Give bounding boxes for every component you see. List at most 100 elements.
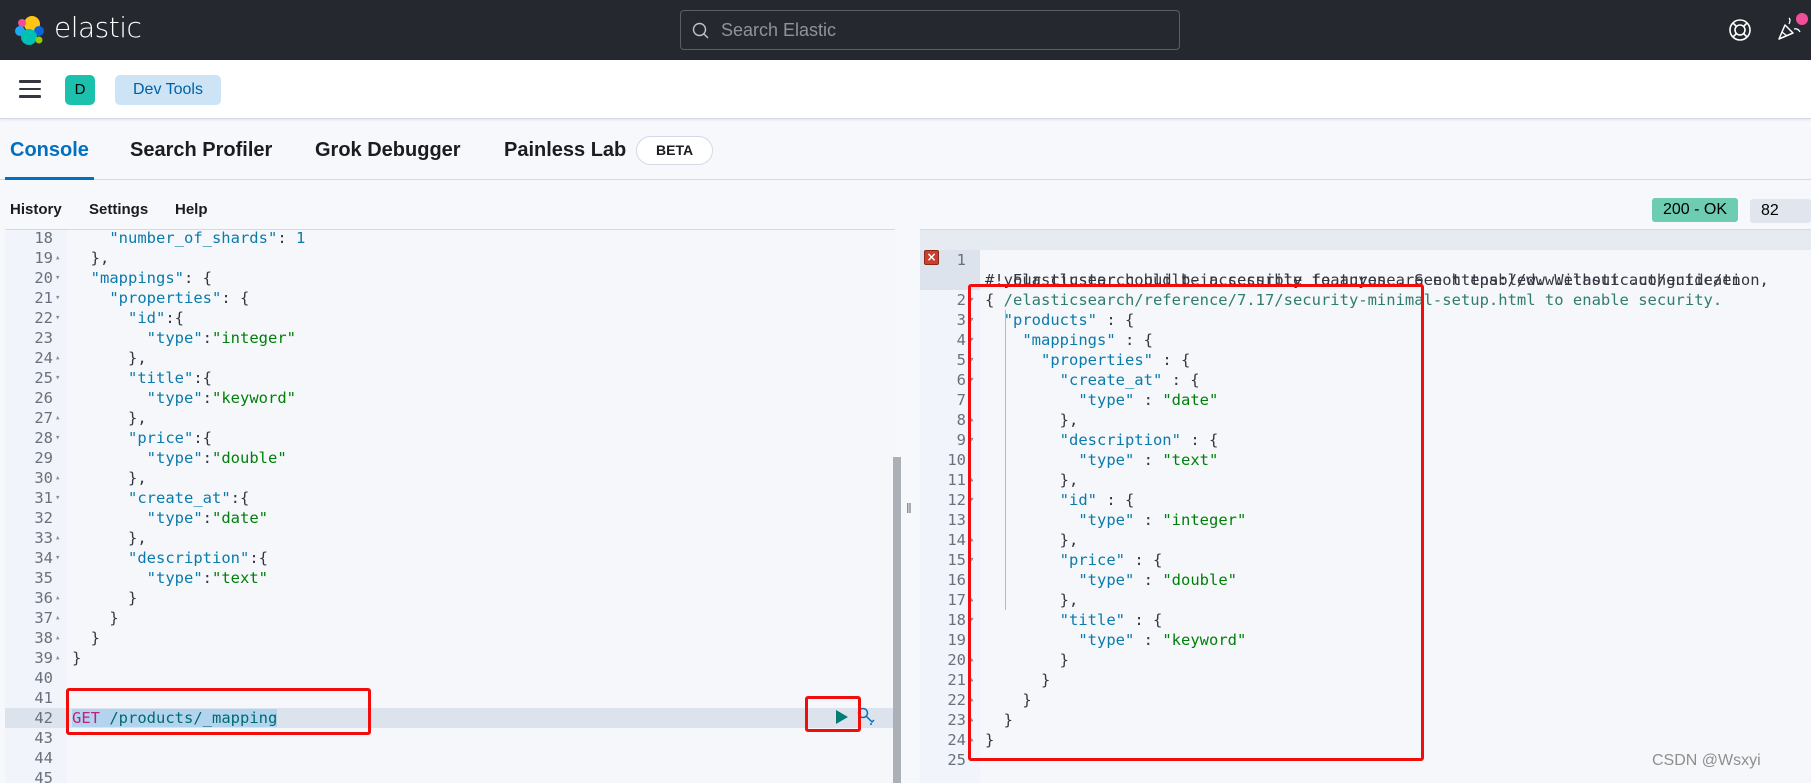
line-number: 17: [947, 591, 966, 609]
line-number: 40: [34, 669, 53, 687]
history-button[interactable]: History: [10, 201, 62, 218]
help-button[interactable]: Help: [175, 201, 208, 218]
tab-painless-lab[interactable]: Painless Lab: [504, 120, 626, 180]
breadcrumb-dev-tools[interactable]: Dev Tools: [115, 75, 221, 105]
line-number: 8: [956, 411, 966, 429]
fold-toggle-icon[interactable]: ▾: [55, 488, 65, 508]
line-number: 15: [947, 551, 966, 569]
code-text: }: [72, 609, 119, 627]
code-line[interactable]: 30 ▴ },: [5, 468, 895, 488]
code-line[interactable]: 34 ▾ "description":{: [5, 548, 895, 568]
help-icon[interactable]: [1728, 18, 1752, 42]
fold-toggle-icon[interactable]: ▾: [55, 548, 65, 568]
code-text: },: [72, 529, 147, 547]
code-line[interactable]: 25 ▾ "title":{: [5, 368, 895, 388]
code-line[interactable]: 36 ▴ }: [5, 588, 895, 608]
annotation-request-box: [66, 688, 371, 735]
fold-toggle-icon[interactable]: ▾: [55, 308, 65, 328]
space-avatar[interactable]: D: [65, 75, 95, 105]
line-number: 6: [956, 371, 966, 389]
fold-toggle-icon[interactable]: ▾: [55, 428, 65, 448]
search-icon: [692, 22, 709, 39]
code-line[interactable]: 20 ▾ "mappings": {: [5, 268, 895, 288]
code-text: "type":"keyword": [146, 389, 296, 407]
code-line[interactable]: 31 ▾ "create_at":{: [5, 488, 895, 508]
line-number: 10: [947, 451, 966, 469]
line-number: 42: [34, 709, 53, 727]
notification-dot: [1796, 13, 1808, 25]
code-text: "price":{: [128, 429, 212, 447]
code-line[interactable]: 29 "type":"double": [5, 448, 895, 468]
line-number: 2: [956, 291, 966, 309]
code-line[interactable]: 19 ▴ },: [5, 248, 895, 268]
fold-toggle-icon[interactable]: ▾: [55, 288, 65, 308]
tab-search-profiler[interactable]: Search Profiler: [130, 120, 272, 180]
code-text: "type":"double": [146, 449, 287, 467]
code-text: "mappings": {: [90, 269, 212, 287]
code-line[interactable]: 18 "number_of_shards": 1: [5, 230, 895, 248]
code-text: "title":{: [128, 369, 212, 387]
fold-toggle-icon[interactable]: ▴: [55, 528, 65, 548]
fold-toggle-icon[interactable]: ▾: [55, 368, 65, 388]
code-line[interactable]: 35 "type":"text": [5, 568, 895, 588]
search-input[interactable]: [721, 11, 1161, 49]
tab-grok-debugger[interactable]: Grok Debugger: [315, 120, 461, 180]
code-line[interactable]: 28 ▾ "price":{: [5, 428, 895, 448]
code-line[interactable]: 21 ▾ "properties": {: [5, 288, 895, 308]
code-line[interactable]: 33 ▴ },: [5, 528, 895, 548]
line-number: 33: [34, 529, 53, 547]
code-line[interactable]: 37 ▴ }: [5, 608, 895, 628]
code-line[interactable]: 23 "type":"integer": [5, 328, 895, 348]
line-number: 28: [34, 429, 53, 447]
line-number: 19: [34, 249, 53, 267]
breadcrumb-bar: D Dev Tools: [0, 60, 1811, 119]
line-number: 26: [34, 389, 53, 407]
warning-line: 1 #! Elasticsearch built-in security fea…: [920, 230, 1811, 289]
line-number: 9: [956, 431, 966, 449]
settings-button[interactable]: Settings: [89, 201, 148, 218]
annotation-response-box: [968, 284, 1424, 761]
fold-toggle-icon[interactable]: ▴: [55, 248, 65, 268]
code-line[interactable]: 45: [5, 768, 895, 783]
line-number: 35: [34, 569, 53, 587]
line-number: 11: [947, 471, 966, 489]
code-text: "type":"date": [146, 509, 268, 527]
code-line[interactable]: 27 ▴ },: [5, 408, 895, 428]
code-line[interactable]: 38 ▴ }: [5, 628, 895, 648]
elastic-logo-icon[interactable]: [14, 14, 46, 46]
code-line[interactable]: 44: [5, 748, 895, 768]
line-number: 24: [34, 349, 53, 367]
fold-toggle-icon[interactable]: ▴: [55, 408, 65, 428]
fold-toggle-icon[interactable]: ▴: [55, 588, 65, 608]
fold-toggle-icon[interactable]: ▴: [55, 348, 65, 368]
menu-icon[interactable]: [19, 80, 41, 98]
line-number: 14: [947, 531, 966, 549]
top-header: elastic: [0, 0, 1811, 60]
code-text: "create_at":{: [128, 489, 250, 507]
fold-toggle-icon[interactable]: ▾: [55, 268, 65, 288]
code-line[interactable]: 32 "type":"date": [5, 508, 895, 528]
watermark: CSDN @Wsxyi: [1652, 752, 1761, 769]
code-line[interactable]: 24 ▴ },: [5, 348, 895, 368]
code-line[interactable]: 26 "type":"keyword": [5, 388, 895, 408]
console-toolbar: History Settings Help 200 - OK 82 ms: [0, 181, 1811, 243]
pane-resize-handle[interactable]: ‖: [906, 500, 914, 516]
global-search[interactable]: [680, 10, 1180, 50]
fold-toggle-icon[interactable]: ▴: [55, 628, 65, 648]
code-line[interactable]: 39 ▴}: [5, 648, 895, 668]
code-text: },: [72, 249, 110, 267]
fold-toggle-icon[interactable]: ▴: [55, 608, 65, 628]
line-number: 3: [956, 311, 966, 329]
line-number: 45: [34, 769, 53, 783]
tab-console[interactable]: Console: [5, 120, 94, 180]
code-line[interactable]: 40: [5, 668, 895, 688]
code-line[interactable]: 22 ▾ "id":{: [5, 308, 895, 328]
fold-toggle-icon[interactable]: ▴: [55, 648, 65, 668]
request-editor-scrollbar[interactable]: [893, 457, 901, 783]
line-number: 25: [34, 369, 53, 387]
line-number: 21: [34, 289, 53, 307]
line-number: 44: [34, 749, 53, 767]
line-number: 22: [947, 691, 966, 709]
line-number: 32: [34, 509, 53, 527]
fold-toggle-icon[interactable]: ▴: [55, 468, 65, 488]
